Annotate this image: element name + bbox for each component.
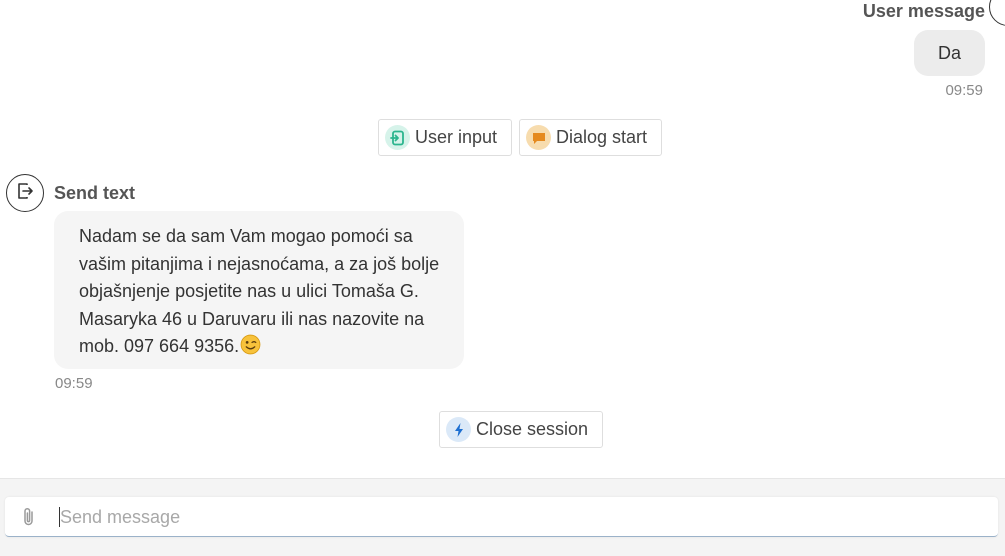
user-message-time: 09:59 [945,82,983,99]
user-avatar [989,0,1005,26]
user-message-sender: User message [862,1,985,21]
close-session-chip-label: Close session [476,419,589,439]
user-input-icon [385,125,410,150]
exit-arrow-icon [15,181,35,206]
bot-message-line: mob. 097 664 9356. [79,336,240,356]
bot-message-sender: Send text [54,183,136,203]
user-message-text: Da [937,42,961,63]
message-composer [5,497,998,537]
lightning-icon [446,417,471,442]
user-input-chip[interactable]: User input [378,119,513,156]
send-text-avatar [6,174,44,212]
bot-message-line: objašnjenje posjetite nas u ulici Tomaša… [79,281,419,301]
bot-message-line: Masaryka 46 u Daruvaru ili nas nazovite … [79,308,425,329]
close-session-chip[interactable]: Close session [439,411,604,448]
user-input-chip-label: User input [415,127,498,147]
chat-history: User message Da 09:59 User input Dialog … [0,0,1005,478]
paperclip-icon[interactable] [19,506,39,528]
dialog-start-icon [526,125,551,150]
winking-face-emoji [240,334,261,364]
bot-message-line-last: mob. 097 664 9356. [79,333,440,364]
user-message-bubble: Da [914,30,985,76]
bot-message-bubble: Nadam se da sam Vam mogao pomoći sa vaši… [54,211,464,369]
dialog-start-chip[interactable]: Dialog start [519,119,663,156]
send-message-input[interactable] [60,497,980,537]
bot-message-line: vašim pitanjima i nejasnoćama, a za još … [79,253,440,274]
bot-message-time: 09:59 [55,375,93,392]
bot-message-line: Nadam se da sam Vam mogao pomoći sa [79,226,413,246]
dialog-start-chip-label: Dialog start [556,127,648,147]
